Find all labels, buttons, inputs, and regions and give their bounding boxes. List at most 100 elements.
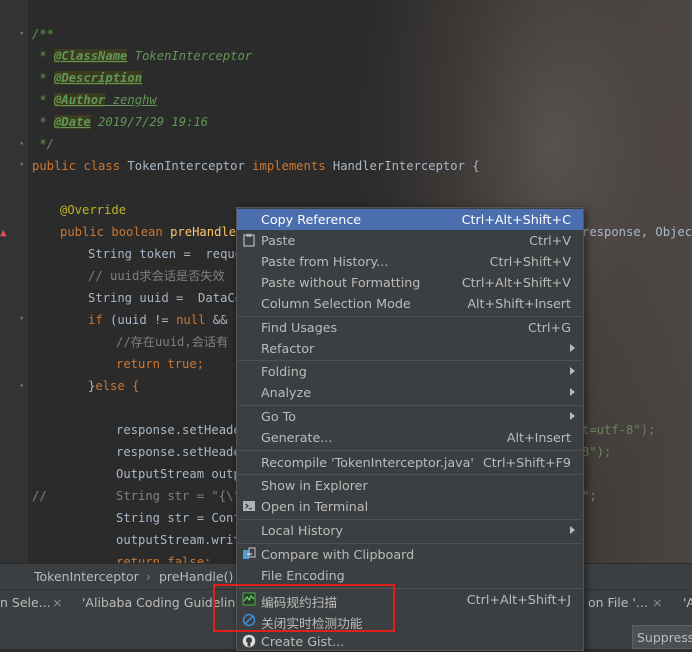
fold-icon[interactable]: ▴ bbox=[19, 381, 27, 390]
code-line: // uuid求会话是否失效 bbox=[88, 269, 225, 283]
menu-item-recompile[interactable]: Recompile 'TokenInterceptor.java' Ctrl+Sh… bbox=[237, 452, 583, 473]
code-line: return false; bbox=[116, 555, 212, 563]
menu-item-label: Analyze bbox=[261, 385, 311, 400]
breadcrumb-method[interactable]: preHandle() bbox=[159, 569, 233, 584]
suppress-button[interactable]: Suppress bbox=[632, 625, 692, 649]
menu-item-label: Copy Reference bbox=[261, 212, 362, 227]
doc-value: 2019/7/29 19:16 bbox=[90, 115, 209, 129]
implementation-marker-icon[interactable]: ▲ bbox=[0, 226, 10, 239]
keyword: public bbox=[32, 159, 84, 173]
menu-item-shortcut: Ctrl+G bbox=[527, 320, 571, 335]
method-name: preHandle( bbox=[170, 225, 244, 239]
menu-item-find-usages[interactable]: Find Usages Ctrl+G bbox=[237, 317, 583, 338]
menu-item-paste-from-history[interactable]: Paste from History... Ctrl+Shift+V bbox=[237, 251, 583, 272]
menu-item-label: Local History bbox=[261, 523, 344, 538]
compare-icon bbox=[243, 547, 256, 559]
menu-item-label: Folding bbox=[261, 364, 307, 379]
menu-item-shortcut: Ctrl+Alt+Shift+C bbox=[461, 212, 571, 227]
github-icon bbox=[242, 634, 256, 648]
menu-item-column-selection-mode[interactable]: Column Selection Mode Alt+Shift+Insert bbox=[237, 293, 583, 314]
doc-tag: @Author bbox=[54, 93, 106, 107]
menu-item-open-in-terminal[interactable]: Open in Terminal bbox=[237, 496, 583, 517]
menu-item-label: Refactor bbox=[261, 341, 315, 356]
menu-item-paste-without-formatting[interactable]: Paste without Formatting Ctrl+Alt+Shift+V bbox=[237, 272, 583, 293]
code-line: public boolean preHandle( bbox=[60, 222, 243, 242]
menu-item-analyze[interactable]: Analyze bbox=[237, 382, 583, 403]
menu-item-label: Column Selection Mode bbox=[261, 296, 411, 311]
tab-label[interactable]: on File '... bbox=[588, 595, 648, 610]
interface-name: HandlerInterceptor { bbox=[332, 159, 480, 173]
submenu-arrow-icon bbox=[570, 412, 575, 420]
menu-item-go-to[interactable]: Go To bbox=[237, 406, 583, 427]
breadcrumb-class[interactable]: TokenInterceptor bbox=[34, 569, 139, 584]
menu-item-label: Generate... bbox=[261, 430, 333, 445]
code-line: String token = reque bbox=[88, 247, 243, 261]
code-line: }else { bbox=[88, 376, 139, 396]
submenu-arrow-icon bbox=[570, 388, 575, 396]
code-line: response.setHeade bbox=[116, 423, 241, 437]
terminal-icon bbox=[243, 501, 255, 511]
fold-icon[interactable]: ▾ bbox=[19, 161, 27, 170]
menu-item-shortcut: Alt+Shift+Insert bbox=[467, 296, 571, 311]
code-line: * @Author zenghw bbox=[32, 93, 157, 107]
annotation-highlight-box bbox=[213, 584, 395, 632]
code-line: * @Date 2019/7/29 19:16 bbox=[32, 115, 209, 129]
menu-item-compare-with-clipboard[interactable]: Compare with Clipboard bbox=[237, 544, 583, 565]
code-line-tail: t=utf-8"); bbox=[582, 423, 656, 437]
doc-tag: @ClassName bbox=[54, 49, 128, 63]
menu-item-label: File Encoding bbox=[261, 568, 345, 583]
menu-item-label: Compare with Clipboard bbox=[261, 547, 415, 562]
menu-item-label: Paste from History... bbox=[261, 254, 389, 269]
tab-close-icon[interactable]: × bbox=[652, 595, 662, 610]
code-line: String uuid = DataCe bbox=[88, 291, 243, 305]
menu-item-copy-reference[interactable]: Copy Reference Ctrl+Alt+Shift+C bbox=[237, 209, 583, 230]
tab-label[interactable]: n Sele... bbox=[0, 595, 51, 610]
submenu-arrow-icon bbox=[570, 344, 575, 352]
code-line-tail: "; bbox=[582, 489, 597, 503]
code-line: //存在uuid,会话有 bbox=[116, 335, 229, 349]
editor-gutter bbox=[0, 0, 28, 563]
menu-item-shortcut: Ctrl+Shift+F9 bbox=[482, 455, 571, 470]
code-line: outputStream.writ bbox=[116, 533, 241, 547]
code-line: * @Description bbox=[32, 71, 143, 85]
menu-item-local-history[interactable]: Local History bbox=[237, 520, 583, 541]
tab-label[interactable]: 'A bbox=[683, 595, 692, 610]
code-line: if (uuid != null && ! bbox=[88, 310, 242, 330]
menu-item-paste[interactable]: Paste Ctrl+V bbox=[237, 230, 583, 251]
menu-item-shortcut: Ctrl+Shift+V bbox=[489, 254, 571, 269]
class-name: TokenInterceptor bbox=[127, 159, 253, 173]
doc-value: zenghw bbox=[105, 93, 157, 107]
menu-item-folding[interactable]: Folding bbox=[237, 361, 583, 382]
code-line: String str = Conf bbox=[116, 511, 241, 525]
keyword: public boolean bbox=[60, 225, 171, 239]
menu-item-shortcut: Alt+Insert bbox=[506, 430, 571, 445]
code-line: */ bbox=[32, 137, 55, 151]
menu-item-file-encoding[interactable]: File Encoding bbox=[237, 565, 583, 586]
menu-item-refactor[interactable]: Refactor bbox=[237, 338, 583, 359]
code-line: OutputStream outp bbox=[116, 467, 241, 481]
code-line: // bbox=[32, 489, 47, 503]
keyword: if bbox=[88, 313, 111, 327]
tab-close-icon[interactable]: × bbox=[52, 595, 62, 610]
code-line: response.setHeade bbox=[116, 445, 241, 459]
code-line-tail: response, Object h bbox=[582, 225, 692, 239]
menu-item-label: Show in Explorer bbox=[261, 478, 368, 493]
clipboard-icon bbox=[243, 233, 255, 247]
code-line: * @ClassName TokenInterceptor bbox=[32, 49, 253, 63]
code-line: @Override bbox=[60, 203, 127, 217]
menu-item-show-in-explorer[interactable]: Show in Explorer bbox=[237, 475, 583, 496]
submenu-arrow-icon bbox=[570, 526, 575, 534]
fold-icon[interactable]: ▾ bbox=[19, 30, 27, 39]
menu-item-shortcut: Ctrl+V bbox=[529, 233, 571, 248]
keyword: class bbox=[83, 159, 128, 173]
menu-item-label: Recompile 'TokenInterceptor.java' bbox=[261, 455, 474, 470]
submenu-arrow-icon bbox=[570, 367, 575, 375]
fold-icon[interactable]: ▴ bbox=[19, 139, 27, 148]
code-line: String str = "{\" bbox=[116, 489, 241, 503]
keyword: implements bbox=[252, 159, 333, 173]
menu-item-generate[interactable]: Generate... Alt+Insert bbox=[237, 427, 583, 448]
menu-item-label: Paste bbox=[261, 233, 296, 248]
menu-separator bbox=[238, 450, 582, 451]
menu-item-label: Go To bbox=[261, 409, 296, 424]
fold-icon[interactable]: ▾ bbox=[19, 315, 27, 324]
